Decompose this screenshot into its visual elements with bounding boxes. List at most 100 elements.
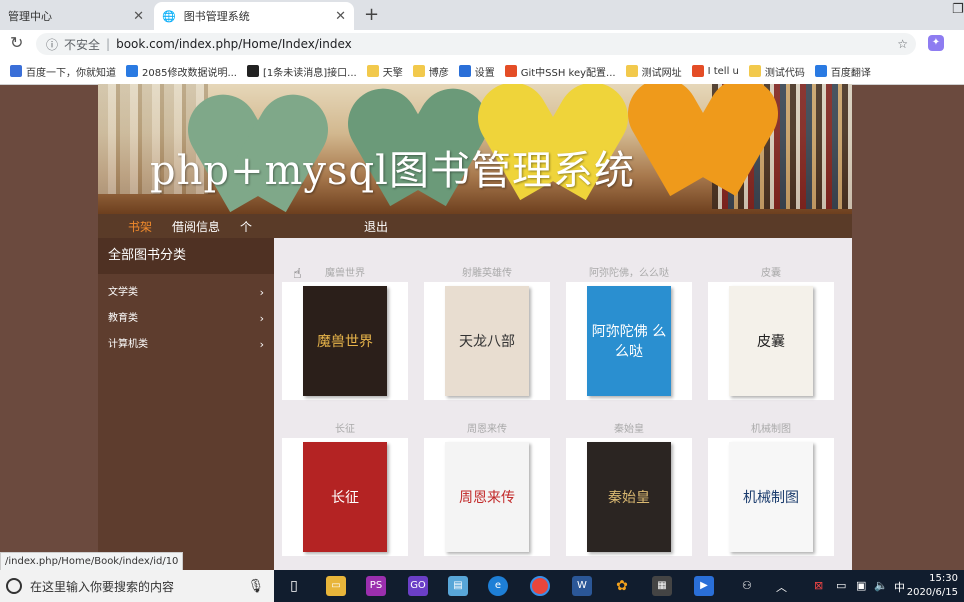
clock[interactable]: 15:30 2020/6/15: [907, 572, 958, 600]
bookmark-item[interactable]: 2085修改数据说明...: [126, 64, 237, 79]
book-title[interactable]: 秦始皇: [566, 422, 692, 438]
book-title[interactable]: 皮囊: [708, 266, 834, 282]
bookmark-item[interactable]: 百度一下，你就知道: [10, 64, 116, 79]
bookmark-label: 设置: [474, 67, 495, 79]
ime-indicator[interactable]: 中: [894, 579, 905, 595]
tab-admin[interactable]: 管理中心 ✕: [0, 2, 152, 30]
file-explorer-icon[interactable]: ▭: [326, 576, 346, 596]
category-computer[interactable]: 计算机类 ›: [98, 332, 274, 358]
new-tab-button[interactable]: +: [364, 4, 379, 25]
close-icon[interactable]: ✕: [335, 9, 346, 24]
category-education[interactable]: 教育类 ›: [98, 306, 274, 332]
book-cover-image[interactable]: 魔兽世界: [303, 286, 387, 396]
book-cover-frame[interactable]: 天龙八部: [424, 282, 550, 400]
book-cover-frame[interactable]: 秦始皇: [566, 438, 692, 556]
book-title[interactable]: 长征: [282, 422, 408, 438]
bookmark-item[interactable]: 测试代码: [748, 64, 805, 79]
phpstorm-icon[interactable]: PS: [366, 576, 386, 596]
book-title[interactable]: 阿弥陀佛，么么哒: [566, 266, 692, 282]
book-card[interactable]: 射雕英雄传 天龙八部: [424, 266, 550, 400]
book-cover-image[interactable]: 天龙八部: [445, 286, 529, 396]
bookmark-item[interactable]: Git中SSH key配置...: [504, 64, 616, 79]
book-cover-frame[interactable]: 机械制图: [708, 438, 834, 556]
battery-icon[interactable]: ▭: [836, 579, 846, 592]
taskbar-search[interactable]: 在这里输入你要搜索的内容 🎙: [0, 570, 274, 602]
bookmark-item[interactable]: 博彦: [412, 64, 449, 79]
chrome-icon[interactable]: [530, 576, 550, 596]
book-cover-image[interactable]: 皮囊: [729, 286, 813, 396]
microphone-icon[interactable]: 🎙: [247, 579, 264, 594]
network-icon[interactable]: ▣: [856, 579, 866, 592]
tray-chevron-icon[interactable]: ︿: [776, 579, 787, 595]
nav-personal[interactable]: 个: [240, 218, 252, 235]
book-card[interactable]: 周恩来传 周恩来传: [424, 422, 550, 556]
bookmark-icon: [458, 65, 471, 77]
taskbar-search-placeholder: 在这里输入你要搜索的内容: [30, 579, 175, 594]
task-view-icon[interactable]: ▯: [284, 576, 304, 596]
book-cover-frame[interactable]: 长征: [282, 438, 408, 556]
nav-bookshelf[interactable]: 书架: [128, 218, 152, 235]
tab-library[interactable]: 🌐 图书管理系统 ✕: [154, 2, 354, 30]
book-title[interactable]: 机械制图: [708, 422, 834, 438]
address-bar[interactable]: ⓘ 不安全 | book.com/index.php/Home/Index/in…: [36, 33, 916, 55]
bookmark-item[interactable]: 测试网址: [625, 64, 682, 79]
book-title[interactable]: 周恩来传: [424, 422, 550, 438]
book-card[interactable]: 机械制图 机械制图: [708, 422, 834, 556]
status-url: /index.php/Home/Book/index/id/10: [0, 552, 184, 572]
goland-icon[interactable]: GO: [408, 576, 428, 596]
bookmark-item[interactable]: I tell u: [691, 65, 739, 77]
book-cover-image[interactable]: 阿弥陀佛 么么哒: [587, 286, 671, 396]
restore-window-icon[interactable]: ❐: [952, 2, 964, 17]
close-icon[interactable]: ✕: [133, 9, 144, 24]
nav-borrow-info[interactable]: 借阅信息: [172, 218, 220, 235]
book-cover-image[interactable]: 秦始皇: [587, 442, 671, 552]
bookmark-item[interactable]: 百度翻译: [814, 64, 871, 79]
word-icon[interactable]: W: [572, 576, 592, 596]
bookmark-star-icon[interactable]: ☆: [897, 37, 908, 51]
nav-logout[interactable]: 退出: [364, 218, 388, 235]
book-cover-frame[interactable]: 阿弥陀佛 么么哒: [566, 282, 692, 400]
clock-date: 2020/6/15: [906, 587, 958, 598]
address-separator: |: [106, 37, 111, 51]
notes-app-icon[interactable]: ▤: [448, 576, 468, 596]
book-card[interactable]: 秦始皇 秦始皇: [566, 422, 692, 556]
book-card[interactable]: 阿弥陀佛，么么哒阿弥陀佛 么么哒: [566, 266, 692, 400]
bilibili-icon[interactable]: ▶: [694, 576, 714, 596]
bookmark-label: 百度翻译: [830, 67, 871, 79]
book-cover-frame[interactable]: 皮囊: [708, 282, 834, 400]
bookmark-item[interactable]: 天擎: [366, 64, 403, 79]
bookmark-item[interactable]: [1条未读消息]接口...: [247, 64, 357, 79]
book-cover-image[interactable]: 长征: [303, 442, 387, 552]
address-url[interactable]: book.com/index.php/Home/Index/index: [116, 37, 352, 51]
image-viewer-icon[interactable]: ▦: [652, 576, 672, 596]
bookmark-item[interactable]: 设置: [458, 64, 495, 79]
chevron-right-icon: ›: [259, 338, 264, 351]
extension-icon[interactable]: ✦: [928, 35, 944, 51]
category-label: 教育类: [108, 313, 138, 324]
main-nav: 书架 借阅信息 个 退出: [98, 214, 852, 238]
people-icon[interactable]: ⚇: [742, 579, 752, 592]
category-literature[interactable]: 文学类 ›: [98, 280, 274, 306]
book-cover-image[interactable]: 周恩来传: [445, 442, 529, 552]
bookmark-icon: [691, 65, 704, 77]
volume-icon[interactable]: 🔈: [874, 579, 888, 592]
info-icon[interactable]: ⓘ: [46, 36, 58, 53]
book-title[interactable]: 射雕英雄传: [424, 266, 550, 282]
book-card[interactable]: 皮囊 皮囊: [708, 266, 834, 400]
book-cover-frame[interactable]: 周恩来传: [424, 438, 550, 556]
book-cover-frame[interactable]: 魔兽世界: [282, 282, 408, 400]
bookmark-label: 百度一下，你就知道: [26, 67, 116, 79]
cortana-icon[interactable]: [6, 578, 22, 594]
bookmark-icon: [366, 65, 379, 77]
tab-title: 图书管理系统: [183, 10, 250, 23]
sidebar-heading: 全部图书分类: [98, 238, 274, 274]
photos-app-icon[interactable]: ✿: [612, 576, 632, 596]
edge-icon[interactable]: e: [488, 576, 508, 596]
reload-icon[interactable]: ↻: [10, 33, 23, 52]
book-card[interactable]: 魔兽世界 魔兽世界: [282, 266, 408, 400]
bookmark-label: Git中SSH key配置...: [520, 67, 616, 79]
book-card[interactable]: 长征 长征: [282, 422, 408, 556]
bookmark-label: 天擎: [382, 67, 403, 79]
book-cover-image[interactable]: 机械制图: [729, 442, 813, 552]
recording-icon[interactable]: ⊠: [814, 579, 823, 592]
